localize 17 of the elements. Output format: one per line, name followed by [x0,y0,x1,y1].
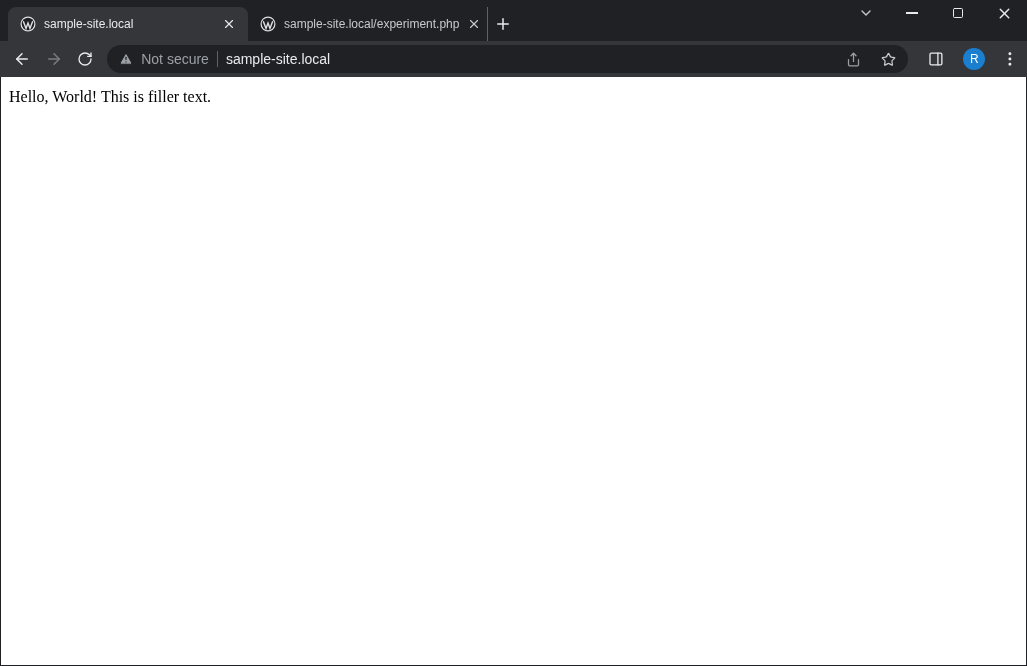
wordpress-logo-icon [20,16,36,32]
plus-icon [494,15,512,33]
bookmark-star-icon[interactable] [880,51,896,67]
browser-tab[interactable]: sample-site.local [8,7,248,41]
warning-icon [119,52,134,66]
body-text: Hello, World! This is filler text. [9,87,213,107]
share-icon[interactable] [845,51,861,67]
close-icon[interactable] [222,17,236,31]
side-panel-icon[interactable] [927,51,944,67]
minimize-icon [906,12,918,14]
address-bar[interactable]: Not secure sample-site.local [107,45,908,73]
profile-avatar[interactable]: R [963,48,986,70]
security-label[interactable]: Not secure [141,48,209,70]
url-text: sample-site.local [225,49,332,69]
maximize-icon [952,7,964,19]
reload-icon [77,51,94,67]
wordpress-logo-icon [260,16,276,32]
